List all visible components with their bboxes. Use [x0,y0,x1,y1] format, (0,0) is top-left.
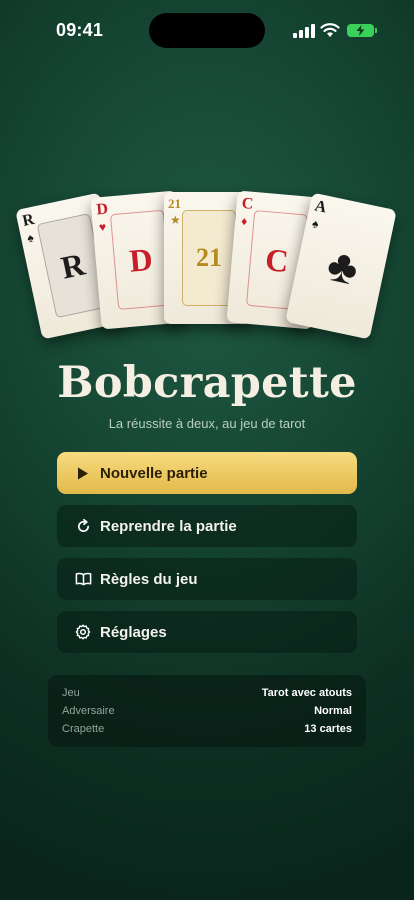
card-rank: D [95,200,109,219]
dynamic-island [149,13,265,48]
new-game-button[interactable]: Nouvelle partie [57,452,357,494]
info-value: 13 cartes [304,723,352,735]
club-icon: ♣ [322,238,364,295]
card-rank: A [313,197,329,217]
star-icon: ★ [170,213,181,227]
card-center: D [127,240,155,279]
resume-game-button[interactable]: Reprendre la partie [57,505,357,547]
battery-charging-icon [347,24,377,37]
refresh-icon [74,517,92,535]
status-bar: 09:41 [0,0,414,60]
info-key: Jeu [62,687,80,699]
card-center: R [57,245,88,286]
club-icon: ♠ [310,216,320,232]
info-value: Normal [314,705,352,717]
heart-icon: ♥ [98,219,107,235]
info-row-game: Jeu Tarot avec atouts [62,684,352,702]
wifi-icon [320,23,340,37]
gear-icon [74,623,92,641]
cellular-signal-icon [293,24,315,38]
info-key: Crapette [62,723,105,735]
new-game-label: Nouvelle partie [100,464,208,482]
rules-label: Règles du jeu [100,570,198,588]
card-center: 21 [196,243,222,272]
book-icon [74,570,92,588]
info-row-opponent: Adversaire Normal [62,702,352,720]
diamond-icon: ♦ [240,213,248,229]
info-value: Tarot avec atouts [261,687,352,699]
resume-game-label: Reprendre la partie [100,517,237,535]
game-info-panel: Jeu Tarot avec atouts Adversaire Normal … [48,675,366,747]
app-subtitle: La réussite à deux, au jeu de tarot [108,416,306,431]
app-title: Bobcrapette [57,358,357,408]
info-key: Adversaire [62,705,115,717]
card-rank: C [241,194,255,213]
play-icon [74,464,92,482]
status-time: 09:41 [56,20,104,40]
settings-button[interactable]: Réglages [57,611,357,653]
settings-label: Réglages [100,623,167,641]
card-center: C [263,240,291,279]
spade-icon: ♠ [25,230,36,246]
card-rank: R [20,210,36,230]
card-rank: 21 [168,196,181,211]
rules-button[interactable]: Règles du jeu [57,558,357,600]
card-fan: R ♠ R D ♥ D 21 ★ 21 C ♦ C A ♠ ♣ [0,180,414,360]
info-row-crapette: Crapette 13 cartes [62,720,352,738]
